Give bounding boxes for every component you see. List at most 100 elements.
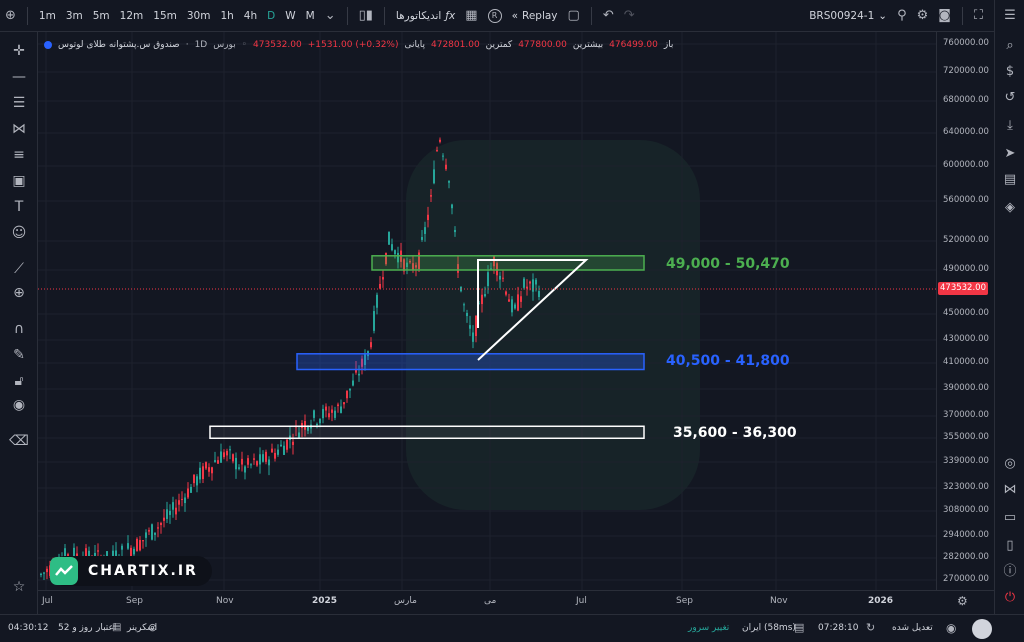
price-tick-label: 600000.00 [943, 160, 989, 170]
price-chart[interactable] [38, 32, 936, 590]
candles-icon[interactable]: ▯▮ [354, 4, 378, 28]
timeframe-3m[interactable]: 3m [61, 4, 88, 28]
add-symbol-icon[interactable]: ⊕ [0, 4, 21, 28]
search-settings-icon[interactable]: ⚲ [892, 4, 912, 28]
calendar-icon: ▤ [112, 622, 122, 633]
price-tick-label: 390000.00 [943, 383, 989, 393]
candle-body [358, 373, 360, 376]
clock: 07:28:10 [818, 623, 859, 633]
candle-body [325, 406, 327, 411]
info-icon[interactable]: ⓘ [999, 562, 1021, 582]
menu-icon[interactable]: ☰ [999, 6, 1021, 26]
time-tick-label: Sep [126, 596, 143, 606]
time-axis[interactable]: Jul Sep Nov 2025 مارس می Jul Sep Nov 2026 [38, 590, 994, 614]
candle-body [181, 498, 183, 500]
clipboard-icon[interactable]: ▯ [999, 536, 1021, 556]
zone-label-lower: 35,600 - 36,300 [673, 425, 797, 441]
candle-body [136, 538, 138, 552]
legend-exchange: بورس [213, 40, 236, 50]
legend-low-label: کمترین [485, 40, 513, 50]
eye-icon[interactable]: ◉ [6, 394, 32, 416]
download-icon[interactable]: ⤓ [999, 116, 1021, 136]
zone-rectangle[interactable] [371, 255, 645, 271]
session-time: 04:30:12 [8, 623, 49, 633]
zone-rectangle[interactable] [209, 425, 645, 440]
zoom-icon[interactable]: ⊕ [6, 282, 32, 304]
price-axis[interactable]: 760000.00 720000.00 680000.00 640000.00 6000… [936, 32, 994, 590]
fullscreen-icon[interactable]: ⛶ [969, 4, 988, 28]
candle-body [193, 474, 195, 484]
candle-body [43, 572, 45, 574]
timeframe-1h[interactable]: 1h [215, 4, 238, 28]
candle-body [343, 402, 345, 405]
symbol-name[interactable]: BRS00924-1 ⌄ [804, 4, 892, 28]
price-tick-label: 640000.00 [943, 127, 989, 137]
timeframe-D[interactable]: D [262, 4, 280, 28]
calendar-icon[interactable]: ▤ [999, 170, 1021, 190]
candle-body [451, 204, 453, 209]
candle-body [190, 486, 192, 493]
text-icon[interactable]: T [6, 196, 32, 218]
star-icon[interactable]: ☆ [6, 576, 32, 598]
candle-body [223, 452, 225, 458]
shapes-icon[interactable]: ▣ [6, 170, 32, 192]
pencil-lock-icon[interactable]: ✎ [6, 344, 32, 366]
candle-body [442, 155, 444, 157]
redo-icon[interactable]: ↷ [619, 4, 640, 28]
keyboard-icon[interactable]: ▭ [999, 508, 1021, 528]
crosshair-icon[interactable]: ✛ [6, 40, 32, 62]
timeframe-M[interactable]: M [301, 4, 320, 28]
lock-icon[interactable]: 🔓︎ [6, 370, 32, 392]
fib-icon[interactable]: ≡ [6, 144, 32, 166]
candle-body [502, 277, 504, 279]
dollar-icon[interactable]: $ [999, 62, 1021, 82]
adjusted-label[interactable]: تعدیل شده [892, 623, 933, 633]
timeframe-30m[interactable]: 30m [182, 4, 216, 28]
timeframe-W[interactable]: W [280, 4, 300, 28]
visibility-icon[interactable]: ◉ [946, 621, 956, 635]
gear-icon[interactable]: ⚙ [912, 4, 934, 28]
timeframe-12m[interactable]: 12m [115, 4, 149, 28]
share-icon[interactable]: ⋈ [999, 480, 1021, 500]
search-icon[interactable]: ⌕ [999, 36, 1021, 56]
refresh-icon[interactable]: ↻ [866, 621, 875, 634]
lines-icon[interactable]: ☰ [6, 92, 32, 114]
candle-body [265, 451, 267, 462]
camera-icon[interactable]: ◙ [933, 4, 956, 28]
undo-icon[interactable]: ↶ [598, 4, 619, 28]
magnet-icon[interactable]: ∩ [6, 318, 32, 340]
r-badge[interactable]: R [483, 4, 507, 28]
horizontal-line-icon[interactable]: — [6, 66, 32, 88]
layers-icon[interactable]: ◈ [999, 198, 1021, 218]
emoji-icon[interactable]: ☺ [6, 222, 32, 244]
candle-body [151, 524, 153, 540]
candle-body [454, 229, 456, 233]
candle-body [187, 488, 189, 498]
podcast-icon[interactable]: ◎ [999, 454, 1021, 474]
layouts-icon[interactable]: ▦ [460, 4, 482, 28]
eye-off-icon[interactable]: ◦ [242, 40, 247, 50]
rectangle-icon[interactable]: ▢ [563, 4, 585, 28]
axis-settings-icon[interactable]: ⚙ [957, 594, 968, 608]
candle-body [316, 423, 318, 426]
ruler-icon[interactable]: ⟋ [6, 258, 32, 280]
chevron-down-icon[interactable]: ⌄ [320, 4, 341, 28]
timeframe-1m[interactable]: 1m [34, 4, 61, 28]
zone-rectangle[interactable] [296, 353, 645, 371]
timeframe-4h[interactable]: 4h [239, 4, 262, 28]
history-icon[interactable]: ↺ [999, 88, 1021, 108]
indicators-button[interactable]: اندیکاتورها ƒx [391, 4, 460, 28]
candle-body [535, 279, 537, 285]
send-icon[interactable]: ➤ [999, 144, 1021, 164]
avatar[interactable] [972, 619, 992, 639]
timeframe-15m[interactable]: 15m [148, 4, 182, 28]
price-tick-label: 760000.00 [943, 38, 989, 48]
power-icon[interactable]: ⏻ [999, 588, 1021, 608]
trash-icon[interactable]: ⌫ [6, 430, 32, 452]
timeframe-5m[interactable]: 5m [88, 4, 115, 28]
candle-body [484, 294, 486, 297]
price-tick-label: 410000.00 [943, 357, 989, 367]
server-change-link[interactable]: تغییر سرور [688, 623, 729, 633]
pattern-icon[interactable]: ⋈ [6, 118, 32, 140]
replay-button[interactable]: « Replay [507, 4, 563, 28]
